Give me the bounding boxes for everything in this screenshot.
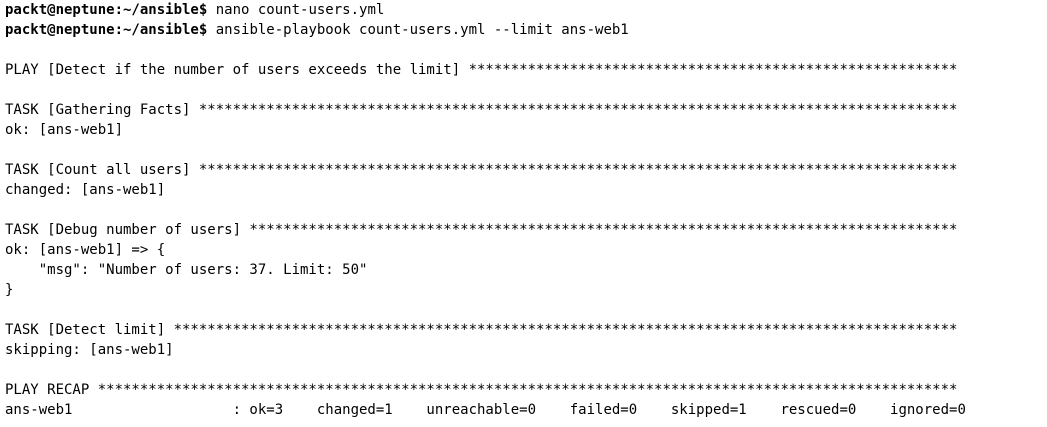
task-result: ok: [ans-web1] [5,122,124,138]
task-header: TASK [Count all users] *****************… [5,162,958,178]
task-result: changed: [ans-web1] [5,182,166,198]
play-header: PLAY [Detect if the number of users exce… [5,62,958,78]
task-result: ok: [ans-web1] => { [5,242,166,258]
terminal-window[interactable]: packt@neptune:~/ansible$ nano count-user… [0,0,1047,427]
task-result: } [5,282,14,298]
debug-message: "msg": "Number of users: 37. Limit: 50" [5,262,368,278]
play-recap-header: PLAY RECAP *****************************… [5,382,958,398]
shell-prompt: packt@neptune:~/ansible$ [5,22,208,38]
task-result: skipping: [ans-web1] [5,342,174,358]
play-recap-summary: ans-web1 : ok=3 changed=1 unreachable=0 … [5,402,966,418]
shell-prompt: packt@neptune:~/ansible$ [5,2,208,18]
terminal-line: packt@neptune:~/ansible$ ansible-playboo… [5,20,1047,40]
task-header: TASK [Gathering Facts] *****************… [5,102,958,118]
command-text: nano count-users.yml [207,2,385,18]
task-header: TASK [Detect limit] ********************… [5,322,958,338]
command-text: ansible-playbook count-users.yml --limit… [207,22,629,38]
task-header: TASK [Debug number of users] ***********… [5,222,958,238]
terminal-line: packt@neptune:~/ansible$ nano count-user… [5,0,1047,20]
